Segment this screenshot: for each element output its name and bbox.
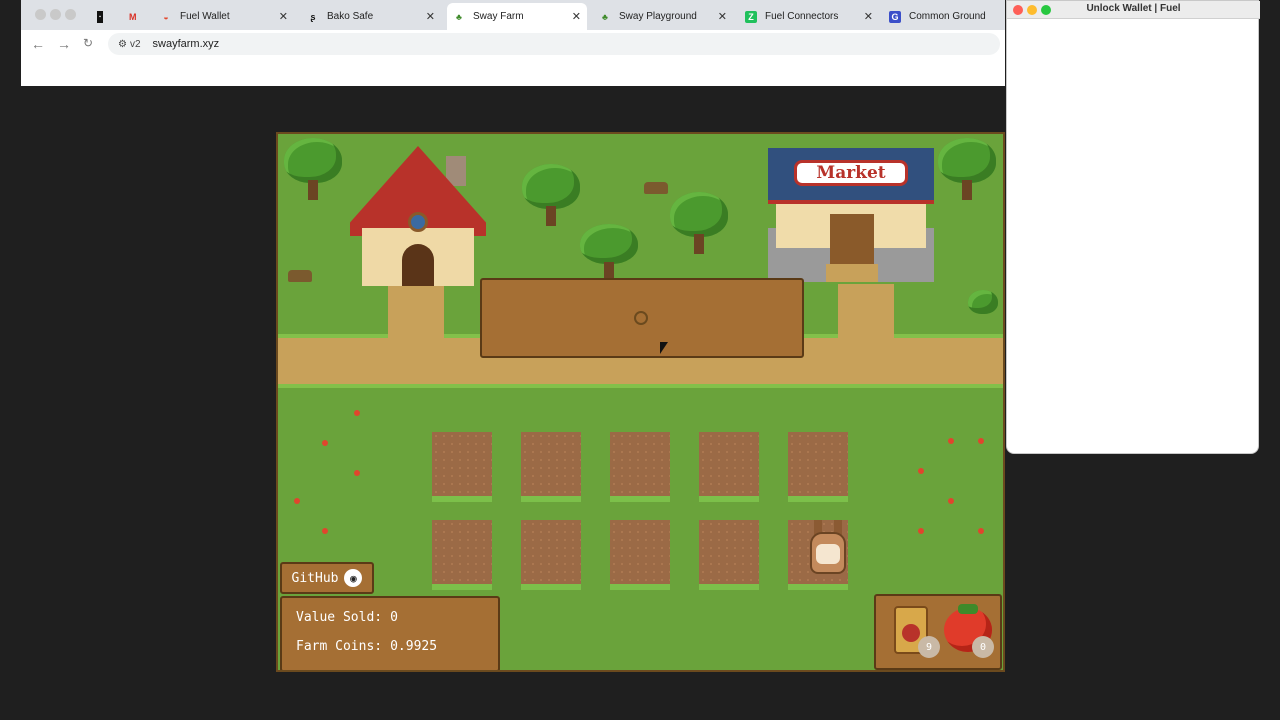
value-sold-label: Value Sold:	[296, 610, 383, 625]
browser-toolbar: ← → ↻ ⚙ v2 swayfarm.xyz	[21, 30, 1005, 58]
browser-window: ▪ M ◒ Fuel Wallet ✕ ʂ Bako Safe ✕ ♣ Sway…	[21, 0, 1005, 86]
tree	[938, 138, 996, 200]
tab-label: Fuel Connectors	[765, 11, 839, 22]
inventory-seeds[interactable]: 9	[888, 604, 940, 662]
field-plot[interactable]	[610, 432, 670, 502]
field-plot[interactable]	[521, 432, 581, 502]
tab-label: Fuel Wallet	[180, 11, 230, 22]
palm-icon: ♣	[456, 11, 462, 22]
flower	[294, 498, 300, 504]
back-arrow-icon[interactable]: ←	[31, 36, 45, 52]
tree	[580, 224, 638, 280]
tab-fuel-wallet[interactable]: ◒ Fuel Wallet ✕	[154, 3, 294, 30]
tab-sway-farm[interactable]: ♣ Sway Farm ✕	[447, 3, 587, 30]
tab-sway-playground[interactable]: ♣ Sway Playground ✕	[593, 3, 733, 30]
tab-label: Common Ground	[909, 11, 986, 22]
flower	[948, 498, 954, 504]
url-text: swayfarm.xyz	[152, 38, 220, 50]
loading-spinner-icon	[634, 311, 648, 325]
flower	[322, 528, 328, 534]
field-plot[interactable]	[788, 432, 848, 502]
github-button[interactable]: GitHub ◉	[280, 562, 374, 594]
grass-edge	[278, 384, 1003, 388]
close-tab-icon[interactable]: ✕	[718, 10, 727, 23]
wallet-popup-window: Unlock Wallet | Fuel	[1006, 0, 1260, 454]
flower	[322, 440, 328, 446]
github-icon: ◉	[344, 569, 363, 587]
player-character	[806, 520, 850, 578]
field-plot[interactable]	[610, 520, 670, 590]
site-info-chip[interactable]: ⚙ v2	[114, 39, 145, 50]
tab-gmail[interactable]: M	[123, 3, 149, 30]
flower	[918, 468, 924, 474]
close-window-dot[interactable]	[35, 9, 46, 20]
reload-icon[interactable]: ↻	[83, 36, 93, 50]
seeds-count: 9	[918, 636, 940, 658]
address-bar[interactable]: ⚙ v2 swayfarm.xyz	[108, 33, 1000, 55]
tab-fuel-connectors[interactable]: Z Fuel Connectors ✕	[739, 3, 879, 30]
tab-app[interactable]: ▪	[91, 3, 117, 30]
tab-strip: ▪ M ◒ Fuel Wallet ✕ ʂ Bako Safe ✕ ♣ Sway…	[21, 0, 1005, 30]
minimize-window-dot[interactable]	[50, 9, 61, 20]
inventory-tomatoes[interactable]: 0	[942, 604, 994, 662]
loading-dialog	[480, 278, 804, 358]
fuel-connectors-icon: Z	[745, 10, 757, 23]
close-tab-icon[interactable]: ✕	[864, 10, 873, 23]
flower	[948, 438, 954, 444]
value-sold-value: 0	[390, 610, 398, 625]
wallet-window-title: Unlock Wallet | Fuel	[1086, 3, 1181, 14]
close-tab-icon[interactable]: ✕	[279, 10, 288, 23]
market-sign: Market	[794, 160, 908, 186]
farm-coins-value: 0.9925	[390, 639, 438, 654]
bako-icon: ʂ	[310, 11, 316, 22]
flower	[918, 528, 924, 534]
market-door[interactable]	[830, 214, 874, 264]
github-label: GitHub	[291, 570, 339, 586]
field-plot[interactable]	[432, 432, 492, 502]
fuel-wallet-icon: ◒	[163, 11, 169, 22]
tune-icon: ⚙	[118, 38, 127, 50]
gmail-icon: M	[129, 11, 137, 22]
flower	[978, 438, 984, 444]
market-path	[838, 284, 894, 344]
farm-coins-label: Farm Coins:	[296, 639, 383, 654]
tab-label: Bako Safe	[327, 11, 374, 22]
field-plot[interactable]	[432, 520, 492, 590]
field-plot[interactable]	[699, 432, 759, 502]
common-ground-icon: G	[889, 10, 901, 23]
site-chip-label: v2	[129, 38, 141, 50]
mouse-cursor-icon	[660, 342, 668, 354]
tree	[284, 138, 342, 200]
maximize-window-dot[interactable]	[65, 9, 76, 20]
tab-label: Sway Farm	[473, 11, 524, 22]
flower	[978, 528, 984, 534]
house-path	[388, 284, 444, 344]
bush	[968, 290, 998, 314]
game-canvas[interactable]: Market GitHub ◉ Value Sold: 0 Farm Coins…	[276, 132, 1005, 672]
field-plot[interactable]	[521, 520, 581, 590]
forward-arrow-icon[interactable]: →	[57, 36, 71, 52]
wallet-titlebar: Unlock Wallet | Fuel	[1007, 1, 1260, 19]
flower	[354, 470, 360, 476]
desktop: ▪ M ◒ Fuel Wallet ✕ ʂ Bako Safe ✕ ♣ Sway…	[0, 0, 1280, 720]
inventory-panel: 9 0	[874, 594, 1002, 670]
tab-common-ground[interactable]: G Common Ground	[883, 3, 1003, 30]
tree	[670, 192, 728, 254]
flower	[354, 410, 360, 416]
close-tab-icon[interactable]: ✕	[426, 10, 435, 23]
bookmark-bar	[21, 58, 1005, 86]
app-icon: ▪	[97, 10, 103, 23]
close-tab-icon[interactable]: ✕	[572, 10, 581, 23]
tree	[522, 164, 580, 226]
tab-bako-safe[interactable]: ʂ Bako Safe ✕	[301, 3, 441, 30]
tab-label: Sway Playground	[619, 11, 697, 22]
farm-house	[350, 146, 486, 286]
tomato-count: 0	[972, 636, 994, 658]
tree-stump	[288, 270, 312, 282]
tree-stump	[644, 182, 668, 194]
field-plot[interactable]	[699, 520, 759, 590]
market-building[interactable]: Market	[768, 148, 934, 282]
stats-panel: Value Sold: 0 Farm Coins: 0.9925	[280, 596, 500, 670]
palm-icon: ♣	[602, 11, 608, 22]
